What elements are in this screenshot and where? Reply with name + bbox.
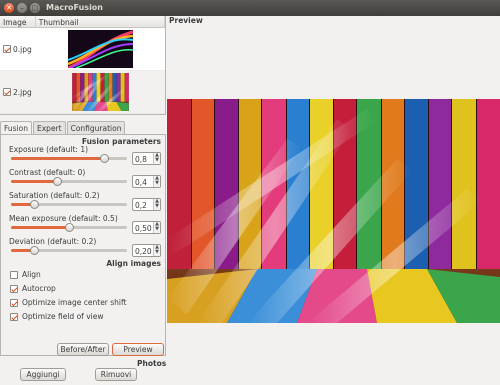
window-titlebar: ✕ – □ MacroFusion xyxy=(0,0,500,16)
align-images-title: Align images xyxy=(106,259,161,268)
slider-fill xyxy=(11,180,58,183)
slider-fill xyxy=(11,157,104,160)
column-header-thumbnail[interactable]: Thumbnail xyxy=(36,16,165,27)
window-title: MacroFusion xyxy=(46,3,103,12)
preview-button[interactable]: Preview xyxy=(112,343,164,356)
contrast-label: Contrast (default: 0) xyxy=(9,168,86,177)
settings-tabs: Fusion Expert Configuration xyxy=(0,121,126,135)
include-checkbox[interactable] xyxy=(3,88,11,96)
add-photos-button[interactable]: Aggiungi xyxy=(20,368,66,381)
before-after-button[interactable]: Before/After xyxy=(57,343,109,356)
mean-exposure-label: Mean exposure (default: 0.5) xyxy=(9,214,118,223)
include-checkbox[interactable] xyxy=(3,45,11,53)
spinbox-value: 0,4 xyxy=(135,178,147,187)
spin-arrows-icon[interactable]: ▲ ▼ xyxy=(153,222,160,233)
close-icon[interactable]: ✕ xyxy=(4,3,14,13)
photos-title: Photos xyxy=(137,359,167,368)
field-of-view-label: Optimize field of view xyxy=(22,312,104,321)
autocrop-label: Autocrop xyxy=(22,284,56,293)
deviation-label: Deviation (default: 0.2) xyxy=(9,237,97,246)
spinbox-value: 0,8 xyxy=(135,155,147,164)
center-shift-checkbox[interactable] xyxy=(10,298,18,307)
autocrop-checkbox[interactable] xyxy=(10,284,18,293)
image-list-row[interactable]: 2.jpg xyxy=(0,71,165,114)
slider-handle[interactable] xyxy=(65,223,74,232)
deviation-slider[interactable] xyxy=(11,246,127,255)
slider-handle[interactable] xyxy=(30,246,40,255)
image-list-row[interactable]: 0.jpg xyxy=(0,28,165,71)
thumbnail-cell xyxy=(36,30,165,68)
tab-fusion[interactable]: Fusion xyxy=(0,121,32,135)
contrast-slider[interactable] xyxy=(11,177,127,186)
spin-arrows-icon[interactable]: ▲ ▼ xyxy=(153,199,160,210)
mean-exposure-spinbox[interactable]: 0,50 ▲ ▼ xyxy=(132,221,161,234)
preview-pane: Preview xyxy=(167,16,500,385)
saturation-label: Saturation (default: 0.2) xyxy=(9,191,100,200)
center-shift-label: Optimize image center shift xyxy=(22,298,127,307)
preview-title: Preview xyxy=(169,16,203,25)
thumbnail-cell xyxy=(36,73,165,111)
exposure-label: Exposure (default: 1) xyxy=(9,145,89,154)
minimize-icon[interactable]: – xyxy=(17,3,27,13)
align-option[interactable]: Align xyxy=(10,270,41,279)
contrast-spinbox[interactable]: 0,4 ▲ ▼ xyxy=(132,175,161,188)
remove-photos-button[interactable]: Rimuovi xyxy=(95,368,137,381)
tab-expert[interactable]: Expert xyxy=(33,121,66,134)
spin-arrows-icon[interactable]: ▲ ▼ xyxy=(153,176,160,187)
image-list: Image Thumbnail 0.jpg 2.jpg xyxy=(0,16,166,115)
thumbnail-image xyxy=(67,30,133,68)
fusion-panel: Fusion parameters Exposure (default: 1) … xyxy=(0,134,166,356)
image-filename: 0.jpg xyxy=(13,44,32,54)
column-header-image[interactable]: Image xyxy=(0,16,36,27)
fusion-parameters-title: Fusion parameters xyxy=(81,137,161,146)
center-shift-option[interactable]: Optimize image center shift xyxy=(10,298,126,307)
spin-arrows-icon[interactable]: ▲ ▼ xyxy=(153,245,160,256)
image-cell: 0.jpg xyxy=(0,45,36,54)
slider-handle[interactable] xyxy=(99,154,109,163)
align-label: Align xyxy=(22,270,41,279)
field-of-view-checkbox[interactable] xyxy=(10,312,18,321)
spin-arrows-icon[interactable]: ▲ ▼ xyxy=(153,153,160,164)
spinbox-value: 0,50 xyxy=(135,224,152,233)
image-list-header: Image Thumbnail xyxy=(0,16,165,28)
slider-handle[interactable] xyxy=(53,177,63,186)
slider-handle[interactable] xyxy=(30,200,40,209)
thumbnail-image xyxy=(72,73,129,111)
align-checkbox[interactable] xyxy=(10,270,18,279)
field-of-view-option[interactable]: Optimize field of view xyxy=(10,312,103,321)
spinbox-value: 0,20 xyxy=(135,247,152,256)
autocrop-option[interactable]: Autocrop xyxy=(10,284,56,293)
image-cell: 2.jpg xyxy=(0,88,36,97)
deviation-spinbox[interactable]: 0,20 ▲ ▼ xyxy=(132,244,161,257)
exposure-spinbox[interactable]: 0,8 ▲ ▼ xyxy=(132,152,161,165)
slider-fill xyxy=(11,226,69,229)
left-panel: Image Thumbnail 0.jpg 2.jpg Fusion Exper… xyxy=(0,16,166,385)
spinbox-value: 0,2 xyxy=(135,201,147,210)
exposure-slider[interactable] xyxy=(11,154,127,163)
preview-image xyxy=(167,99,500,323)
saturation-spinbox[interactable]: 0,2 ▲ ▼ xyxy=(132,198,161,211)
mean-exposure-slider[interactable] xyxy=(11,223,127,232)
window-controls: ✕ – □ xyxy=(4,3,40,13)
image-filename: 2.jpg xyxy=(13,87,32,97)
maximize-icon[interactable]: □ xyxy=(30,3,40,13)
saturation-slider[interactable] xyxy=(11,200,127,209)
tab-configuration[interactable]: Configuration xyxy=(66,121,126,134)
